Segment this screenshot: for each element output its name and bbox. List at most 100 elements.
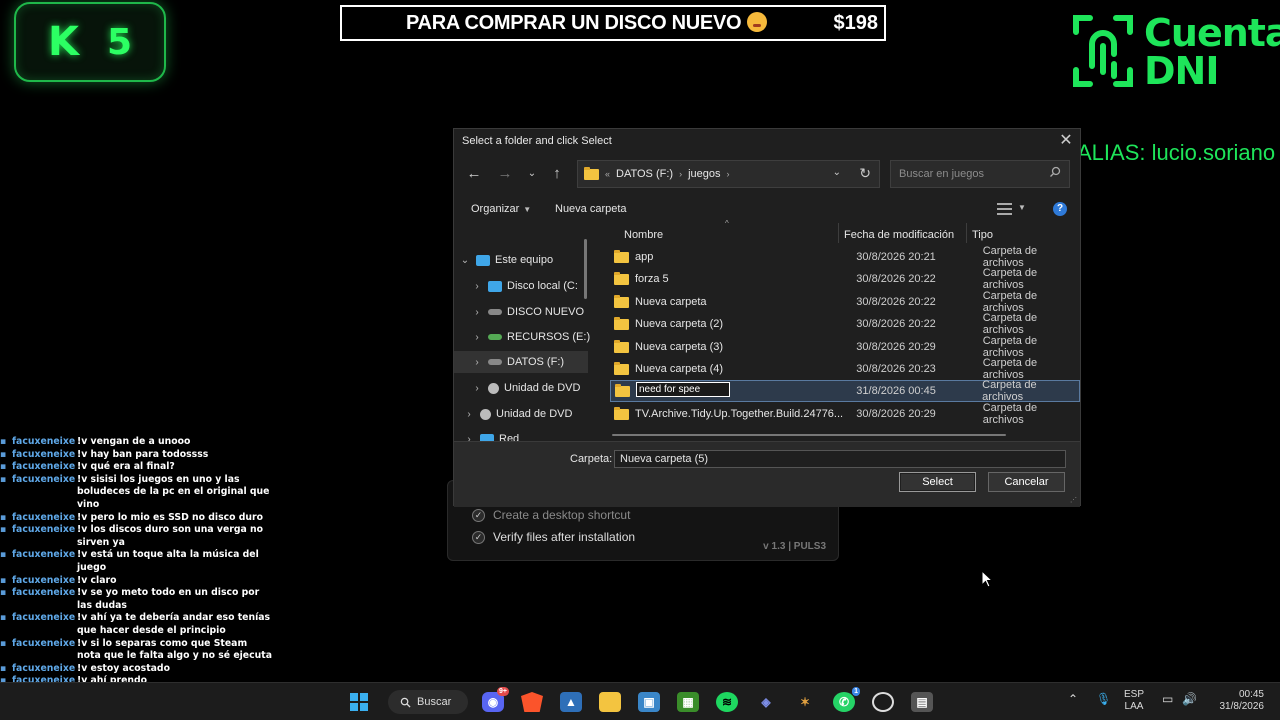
forward-arrow-icon[interactable]: →: [495, 165, 515, 183]
chat-username[interactable]: facuxeneixe: [5, 549, 77, 574]
volume-icon[interactable]: 🔊: [1182, 693, 1197, 705]
chevron-right-icon[interactable]: ›: [470, 281, 484, 292]
keyboard-layout: LAA: [1124, 701, 1144, 712]
nav-scrollbar[interactable]: [584, 239, 587, 299]
star-app-icon[interactable]: ✶: [794, 692, 816, 712]
folder-icon: [614, 294, 629, 308]
taskbar-search[interactable]: Buscar: [388, 690, 468, 714]
chat-username[interactable]: facuxeneixe: [5, 512, 77, 525]
nav-item-este-equipo[interactable]: ⌄ Este equipo: [454, 249, 588, 271]
obs-icon[interactable]: [872, 692, 894, 712]
whatsapp-icon[interactable]: ✆ 1: [833, 687, 860, 712]
spotify-icon[interactable]: ≋: [716, 692, 738, 712]
chat-username[interactable]: facuxeneixe: [5, 474, 77, 512]
up-arrow-icon[interactable]: ↑: [547, 165, 567, 183]
chat-username[interactable]: facuxeneixe: [5, 612, 77, 637]
chat-message: ▪ facuxeneixe !v claro: [0, 575, 290, 588]
k5-letter: K: [47, 19, 79, 65]
column-header-name[interactable]: Nombre: [624, 229, 663, 241]
chevron-right-icon[interactable]: ›: [470, 307, 484, 318]
column-header-type[interactable]: Tipo: [972, 229, 993, 241]
view-options-icon[interactable]: [997, 203, 1012, 215]
select-button[interactable]: Select: [899, 472, 976, 492]
dialog-footer: Carpeta: Nueva carpeta (5) Select Cancel…: [454, 441, 1080, 507]
file-row[interactable]: forza 5 30/8/2026 20:22 Carpeta de archivo…: [610, 267, 1080, 291]
chat-username[interactable]: facuxeneixe: [5, 638, 77, 663]
chevron-right-icon[interactable]: ›: [470, 332, 484, 343]
close-icon[interactable]: ✕: [1058, 131, 1074, 151]
organize-menu[interactable]: Organizar ▼: [471, 203, 531, 215]
column-separator[interactable]: [838, 223, 839, 243]
file-row[interactable]: TV.Archive.Tidy.Up.Together.Build.24776.…: [610, 402, 1080, 426]
chevron-right-icon[interactable]: ›: [470, 383, 484, 394]
column-separator[interactable]: [966, 223, 967, 243]
folder-icon: [614, 271, 629, 285]
clock[interactable]: 00:45 31/8/2026: [1208, 689, 1265, 713]
chevron-right-icon[interactable]: ›: [470, 357, 484, 368]
chat-username[interactable]: facuxeneixe: [5, 524, 77, 549]
file-row[interactable]: Nueva carpeta (2) 30/8/2026 20:22 Carpeta …: [610, 312, 1080, 336]
cancel-button[interactable]: Cancelar: [988, 472, 1065, 492]
column-header-date[interactable]: Fecha de modificación: [844, 229, 954, 241]
breadcrumb-folder[interactable]: juegos: [688, 168, 720, 180]
chevron-up-icon[interactable]: ⌃: [1068, 693, 1078, 705]
dialog-title: Select a folder and click Select: [462, 135, 612, 147]
file-row[interactable]: Nueva carpeta (4) 30/8/2026 20:23 Carpeta …: [610, 357, 1080, 381]
horizontal-scrollbar[interactable]: [612, 434, 1006, 436]
help-icon[interactable]: ?: [1053, 202, 1067, 216]
file-row[interactable]: Nueva carpeta (3) 30/8/2026 20:29 Carpeta …: [610, 335, 1080, 359]
verify-files-option[interactable]: ✓ Verify files after installation: [472, 530, 635, 544]
file-list: ^ Nombre Fecha de modificación Tipo app 3…: [602, 219, 1080, 441]
breadcrumb-overflow[interactable]: «: [605, 169, 610, 179]
check-icon[interactable]: ✓: [472, 508, 485, 522]
nav-item-unidad-dvd-2[interactable]: › Unidad de DVD: [454, 403, 588, 425]
nav-item-datos[interactable]: › DATOS (F:): [454, 351, 588, 373]
display-icon[interactable]: ▭: [1162, 693, 1173, 705]
nav-item-disco-nuevo[interactable]: › DISCO NUEVO: [454, 301, 588, 323]
nav-item-disco-local[interactable]: › Disco local (C:: [454, 275, 588, 297]
caret-down-icon[interactable]: ▼: [1018, 203, 1026, 212]
installer-app-icon[interactable]: ▤: [911, 692, 933, 712]
new-folder-button[interactable]: Nueva carpeta: [555, 203, 627, 215]
chat-username[interactable]: facuxeneixe: [5, 663, 77, 676]
breadcrumb-drive[interactable]: DATOS (F:): [616, 168, 673, 180]
chat-message: ▪ facuxeneixe !v estoy acostado: [0, 663, 290, 676]
search-input[interactable]: Buscar en juegos: [890, 160, 1070, 188]
file-explorer-icon[interactable]: [599, 692, 621, 712]
file-row[interactable]: Nueva carpeta 30/8/2026 20:22 Carpeta de a…: [610, 290, 1080, 314]
chat-username[interactable]: facuxeneixe: [5, 436, 77, 449]
address-bar[interactable]: « DATOS (F:) › juegos › ⌄ ↻: [577, 160, 880, 188]
chevron-down-icon[interactable]: ⌄: [833, 167, 841, 178]
microphone-icon[interactable]: 🎙: [1096, 693, 1111, 705]
folder-name-input[interactable]: Nueva carpeta (5): [614, 450, 1066, 468]
computer-icon: [476, 254, 490, 266]
desktop-shortcut-option[interactable]: ✓ Create a desktop shortcut: [472, 508, 630, 522]
chat-message: ▪ facuxeneixe !v ahí ya te debería andar e…: [0, 612, 290, 637]
file-row-selected[interactable]: need for spee 31/8/2026 00:45 Carpeta de a…: [610, 379, 1080, 403]
chat-text: !v claro: [77, 574, 117, 586]
chat-username[interactable]: facuxeneixe: [5, 449, 77, 462]
rename-input[interactable]: need for spee: [636, 382, 730, 397]
nav-item-unidad-dvd-1[interactable]: › Unidad de DVD: [454, 377, 588, 399]
chat-username[interactable]: facuxeneixe: [5, 587, 77, 612]
chat-username[interactable]: facuxeneixe: [5, 575, 77, 588]
language-indicator[interactable]: ESP LAA: [1124, 689, 1144, 713]
discord-icon[interactable]: ◉ 9+: [482, 687, 509, 712]
brave-browser-icon[interactable]: [521, 692, 543, 712]
photos-icon[interactable]: ▲: [560, 692, 582, 712]
chevron-down-icon[interactable]: ⌄: [458, 255, 472, 266]
refresh-icon[interactable]: ↻: [859, 165, 871, 182]
chat-message: ▪ facuxeneixe !v sisisi los juegos en uno …: [0, 474, 290, 512]
resize-grip-icon[interactable]: ⋰: [1070, 496, 1077, 504]
windows-start-icon[interactable]: [348, 692, 370, 712]
vpn-app-icon[interactable]: ◈: [755, 692, 777, 712]
chat-username[interactable]: facuxeneixe: [5, 461, 77, 474]
file-row[interactable]: app 30/8/2026 20:21 Carpeta de archivos: [610, 245, 1080, 269]
back-arrow-icon[interactable]: ←: [464, 165, 484, 183]
chevron-right-icon[interactable]: ›: [462, 409, 476, 420]
chevron-down-icon[interactable]: ⌄: [522, 165, 542, 183]
nav-item-recursos[interactable]: › RECURSOS (E:): [454, 326, 590, 348]
minecraft-icon[interactable]: ▦: [677, 692, 699, 712]
check-icon[interactable]: ✓: [472, 530, 485, 544]
snipping-tool-icon[interactable]: ▣: [638, 692, 660, 712]
